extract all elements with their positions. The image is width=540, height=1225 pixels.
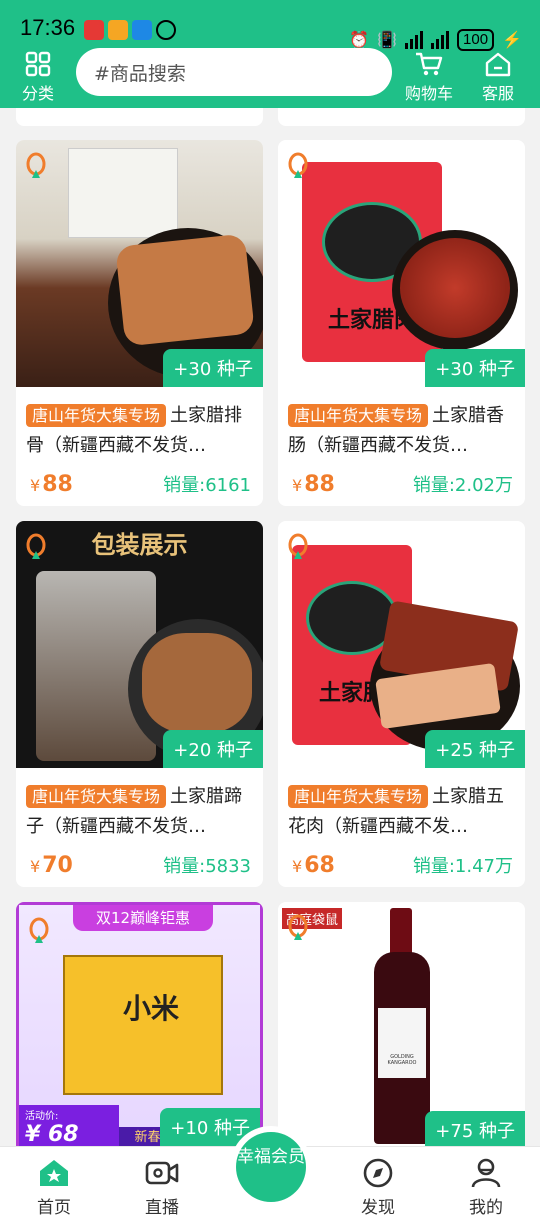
alarm-icon: ⏰ — [349, 32, 370, 49]
signal-icon-2 — [431, 31, 450, 49]
price: ¥88 — [292, 471, 335, 497]
home-icon — [40, 1160, 68, 1186]
brand-logo-icon — [288, 152, 308, 178]
product-image: 土家腊肉 +30 种子 — [278, 140, 525, 387]
category-button[interactable]: 分类 — [8, 50, 68, 104]
service-button[interactable]: 客服 — [468, 50, 528, 104]
nav-mine-label: 我的 — [469, 1198, 503, 1218]
seed-badge: +30 种子 — [163, 349, 263, 387]
product-card[interactable]: 包装展示 +20 种子 唐山年货大集专场 土家腊蹄子（新疆西藏不发货… ¥70 销… — [16, 521, 263, 887]
sales-count: 销量:6161 — [163, 475, 251, 496]
seed-badge: +25 种子 — [425, 730, 525, 768]
video-camera-icon — [145, 1161, 179, 1185]
promo-price-box: 活动价: ¥ 68 — [19, 1105, 119, 1146]
product-image: 高庭袋鼠 GOLDING KANGAROO +75 种子 — [278, 902, 525, 1146]
product-card[interactable]: +30 种子 唐山年货大集专场 土家腊排骨（新疆西藏不发货… ¥88 销量:616… — [16, 140, 263, 506]
status-bar: 17:36 ⏰ 📳 100 ⚡ — [0, 0, 540, 51]
package-label — [68, 148, 178, 238]
nav-discover[interactable]: 发现 — [338, 1157, 418, 1218]
product-card-prev-left[interactable] — [16, 108, 263, 126]
brand-logo-icon — [26, 533, 46, 559]
nav-live[interactable]: 直播 — [122, 1157, 202, 1218]
package-display-text: 包装展示 — [91, 530, 188, 559]
wine-bottle: GOLDING KANGAROO — [374, 952, 430, 1144]
event-tag: 唐山年货大集专场 — [26, 785, 167, 808]
alipay-icon — [132, 20, 152, 40]
brand-logo-icon — [288, 914, 308, 940]
nav-mine[interactable]: 我的 — [446, 1157, 526, 1218]
pork-trotter — [142, 633, 252, 733]
product-image: 双12巅峰钜惠 小米 活动价: ¥ 68 新春年 +10 种子 — [16, 902, 263, 1146]
nav-home-label: 首页 — [37, 1198, 71, 1218]
product-title: 唐山年货大集专场 土家腊香肠（新疆西藏不发货… — [278, 387, 525, 461]
product-image: +30 种子 — [16, 140, 263, 387]
product-meta: ¥70 销量:5833 — [16, 842, 263, 887]
seed-badge: +10 种子 — [160, 1108, 260, 1146]
product-meta: ¥88 销量:6161 — [16, 461, 263, 506]
product-card[interactable]: 双12巅峰钜惠 小米 活动价: ¥ 68 新春年 +10 种子 — [16, 902, 263, 1146]
product-meta: ¥88 销量:2.02万 — [278, 461, 525, 506]
notification-icons — [84, 20, 176, 40]
product-title: 唐山年货大集专场 土家腊排骨（新疆西藏不发货… — [16, 387, 263, 461]
product-grid: +30 种子 唐山年货大集专场 土家腊排骨（新疆西藏不发货… ¥88 销量:616… — [0, 108, 540, 1146]
product-meta: ¥68 销量:1.47万 — [278, 842, 525, 887]
vibrate-icon: 📳 — [377, 32, 398, 49]
meat — [115, 233, 255, 347]
event-tag: 唐山年货大集专场 — [288, 785, 429, 808]
signal-icon — [405, 31, 424, 49]
nav-live-label: 直播 — [145, 1198, 179, 1218]
product-card[interactable]: 土家腊肉 +30 种子 唐山年货大集专场 土家腊香肠（新疆西藏不发货… ¥88 销… — [278, 140, 525, 506]
bottle-neck — [390, 908, 412, 958]
charging-icon: ⚡ — [502, 32, 522, 49]
price: ¥88 — [30, 471, 73, 497]
product-card[interactable]: 土家腊 +25 种子 唐山年货大集专场 土家腊五花肉（新疆西藏不发… ¥68 销量… — [278, 521, 525, 887]
seed-badge: +20 种子 — [163, 730, 263, 768]
product-title: 唐山年货大集专场 土家腊蹄子（新疆西藏不发货… — [16, 768, 263, 842]
box-text: 小米 — [123, 992, 180, 1025]
status-time: 17:36 — [20, 15, 76, 40]
event-tag: 唐山年货大集专场 — [288, 404, 429, 427]
weibo-icon — [108, 20, 128, 40]
brand-logo-icon — [26, 152, 46, 178]
battery-icon: 100 — [457, 29, 495, 51]
product-card[interactable]: 高庭袋鼠 GOLDING KANGAROO +75 种子 — [278, 902, 525, 1146]
price: ¥68 — [292, 852, 335, 878]
search-input[interactable]: #商品搜索 — [76, 48, 392, 96]
product-title: 唐山年货大集专场 土家腊五花肉（新疆西藏不发… — [278, 768, 525, 842]
user-icon — [471, 1158, 501, 1188]
cart-button[interactable]: 购物车 — [398, 50, 460, 104]
app-notification-icon — [84, 20, 104, 40]
top-header: 17:36 ⏰ 📳 100 ⚡ 分类 #商品搜索 购物车 客服 — [0, 0, 540, 108]
cart-icon — [416, 52, 443, 76]
member-button[interactable]: 幸福会员 — [236, 1132, 306, 1202]
compass-icon — [363, 1158, 393, 1188]
product-card-prev-right[interactable] — [278, 108, 525, 126]
product-image: 土家腊 +25 种子 — [278, 521, 525, 768]
sales-count: 销量:5833 — [163, 856, 251, 877]
price: ¥70 — [30, 852, 73, 878]
nav-home[interactable]: 首页 — [14, 1157, 94, 1218]
seed-badge: +30 种子 — [425, 349, 525, 387]
home-service-icon — [485, 52, 511, 77]
cart-label: 购物车 — [404, 84, 453, 103]
sales-count: 销量:2.02万 — [412, 475, 513, 496]
nav-discover-label: 发现 — [361, 1198, 395, 1218]
grid-icon — [25, 51, 51, 77]
sausage — [400, 238, 510, 338]
sales-count: 销量:1.47万 — [412, 856, 513, 877]
seed-badge: +75 种子 — [425, 1111, 525, 1146]
eye-icon — [156, 20, 176, 40]
gift-box: 小米 — [63, 955, 223, 1095]
product-image: 包装展示 +20 种子 — [16, 521, 263, 768]
status-right: ⏰ 📳 100 ⚡ — [349, 29, 522, 51]
brand-logo-icon — [29, 917, 49, 943]
category-label: 分类 — [21, 84, 54, 103]
service-label: 客服 — [481, 84, 514, 103]
brand-logo-icon — [288, 533, 308, 559]
event-tag: 唐山年货大集专场 — [26, 404, 167, 427]
promo-banner: 双12巅峰钜惠 — [73, 905, 213, 931]
